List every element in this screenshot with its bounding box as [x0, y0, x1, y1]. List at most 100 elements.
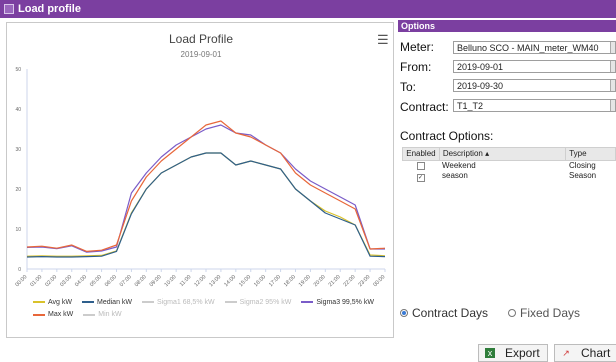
spreadsheet-icon: x: [485, 348, 495, 358]
legend-label: Avg kW: [48, 298, 72, 306]
legend-item[interactable]: Median kW: [82, 299, 132, 306]
chart-button[interactable]: ↗ Chart: [554, 344, 616, 362]
legend-swatch: [33, 301, 45, 303]
x-tick-label: 00:00: [372, 274, 386, 288]
load-profile-chart: 0102030405000:00 01:00 02:00 03:00 04:00 05:0…: [14, 67, 386, 288]
radio-unselected-icon: [508, 309, 516, 317]
to-value: 2019-09-30: [457, 81, 504, 91]
export-label: Export: [505, 346, 540, 360]
legend-swatch: [83, 313, 96, 316]
x-tick-label: 22:00: [343, 274, 357, 288]
x-tick-label: 20:00: [313, 274, 327, 288]
legend-label: Max kW: [48, 311, 74, 318]
to-date-field[interactable]: 2019-09-30: [453, 79, 616, 92]
radio-selected-icon: [400, 309, 408, 317]
chevron-down-icon: [610, 42, 615, 53]
table-row[interactable]: ✓ season Season: [402, 171, 616, 182]
legend-swatch: [33, 313, 45, 316]
contract-options-table: Enabled Description ▴ Type Weekend Closi…: [402, 147, 616, 182]
meter-select[interactable]: Belluno SCO - MAIN_meter_WM40: [453, 41, 616, 54]
from-label: From:: [400, 60, 432, 74]
meter-value: Belluno SCO - MAIN_meter_WM40: [457, 43, 599, 53]
legend-label: Sigma3 99,5% kW: [316, 298, 374, 306]
legend-label: Median kW: [97, 298, 133, 306]
col-description[interactable]: Description ▴: [440, 148, 567, 160]
row-description: Weekend: [442, 161, 476, 170]
x-tick-label: 08:00: [134, 274, 148, 288]
x-tick-label: 02:00: [44, 274, 58, 288]
x-tick-label: 17:00: [268, 274, 282, 288]
contract-value: T1_T2: [457, 101, 484, 111]
contract-options-label: Contract Options:: [400, 129, 494, 143]
contract-days-label: Contract Days: [412, 306, 489, 320]
chart-legend: Avg kW Median kW Sigma1 68,5% kW Sigma2 95%…: [33, 298, 393, 323]
x-tick-label: 03:00: [59, 274, 73, 288]
legend-item[interactable]: Max kW: [33, 311, 73, 318]
window-title: Load profile: [18, 3, 81, 15]
x-tick-label: 09:00: [149, 274, 163, 288]
series-line-median-kw: [26, 152, 386, 258]
x-tick-label: 16:00: [253, 274, 267, 288]
x-tick-label: 12:00: [193, 274, 207, 288]
x-tick-label: 06:00: [104, 274, 118, 288]
legend-swatch: [82, 301, 94, 303]
x-tick-label: 19:00: [298, 274, 312, 288]
table-row[interactable]: Weekend Closing: [402, 161, 616, 171]
chart-label: Chart: [581, 346, 611, 360]
y-tick-label: 10: [15, 227, 21, 233]
legend-item[interactable]: Sigma1 68,5% kW: [142, 299, 215, 306]
row-description: season: [442, 171, 468, 180]
contract-label: Contract:: [400, 100, 449, 114]
x-tick-label: 05:00: [89, 274, 103, 288]
y-tick-label: 30: [15, 147, 21, 153]
x-tick-label: 18:00: [283, 274, 297, 288]
options-header: Options: [398, 20, 616, 32]
row-type: Season: [569, 171, 597, 180]
x-tick-label: 01:00: [29, 274, 43, 288]
y-tick-label: 40: [15, 107, 21, 113]
x-tick-label: 04:00: [74, 274, 88, 288]
legend-swatch: [224, 301, 237, 303]
calendar-icon: [610, 61, 615, 72]
x-tick-label: 14:00: [223, 274, 237, 288]
legend-item[interactable]: Min kW: [83, 311, 122, 318]
y-tick-label: 50: [15, 67, 21, 73]
chart-icon: ↗: [562, 348, 570, 358]
from-date-field[interactable]: 2019-09-01: [453, 60, 616, 73]
row-type: Closing: [569, 161, 596, 170]
legend-label: Min kW: [98, 311, 122, 318]
options-panel: Options Meter: Belluno SCO - MAIN_meter_…: [398, 20, 616, 362]
meter-label: Meter:: [400, 40, 435, 54]
legend-swatch: [301, 301, 314, 303]
x-tick-label: 13:00: [208, 274, 222, 288]
legend-item[interactable]: Sigma3 99,5% kW: [301, 299, 374, 306]
window-titlebar: Load profile: [0, 0, 616, 18]
col-type[interactable]: Type: [566, 148, 616, 160]
legend-item[interactable]: Sigma2 95% kW: [224, 299, 291, 306]
col-enabled[interactable]: Enabled: [403, 148, 440, 160]
fixed-days-radio[interactable]: Fixed Days: [508, 306, 580, 320]
series-line-max-kw: [26, 120, 386, 252]
x-tick-label: 21:00: [328, 274, 342, 288]
fixed-days-label: Fixed Days: [520, 306, 581, 320]
x-tick-label: 23:00: [358, 274, 372, 288]
calendar-icon: [610, 80, 615, 91]
y-tick-label: 20: [15, 187, 21, 193]
x-tick-label: 11:00: [179, 274, 193, 288]
export-button[interactable]: x Export: [478, 344, 548, 362]
series-line-sigma3-99-5-kw: [26, 124, 385, 253]
window-icon: [4, 4, 14, 14]
enabled-checkbox[interactable]: [416, 162, 425, 170]
legend-label: Sigma1 68,5% kW: [157, 298, 215, 306]
chevron-down-icon: [610, 100, 615, 111]
from-value: 2019-09-01: [457, 62, 504, 72]
enabled-checkbox[interactable]: ✓: [416, 174, 425, 182]
legend-swatch: [142, 301, 155, 303]
x-tick-label: 10:00: [164, 274, 178, 288]
x-tick-label: 07:00: [119, 274, 133, 288]
legend-item[interactable]: Avg kW: [33, 299, 72, 306]
series-line-avg-kw: [26, 152, 386, 257]
contract-select[interactable]: T1_T2: [453, 99, 616, 112]
contract-days-radio[interactable]: Contract Days: [400, 306, 488, 320]
table-header: Enabled Description ▴ Type: [402, 147, 616, 161]
